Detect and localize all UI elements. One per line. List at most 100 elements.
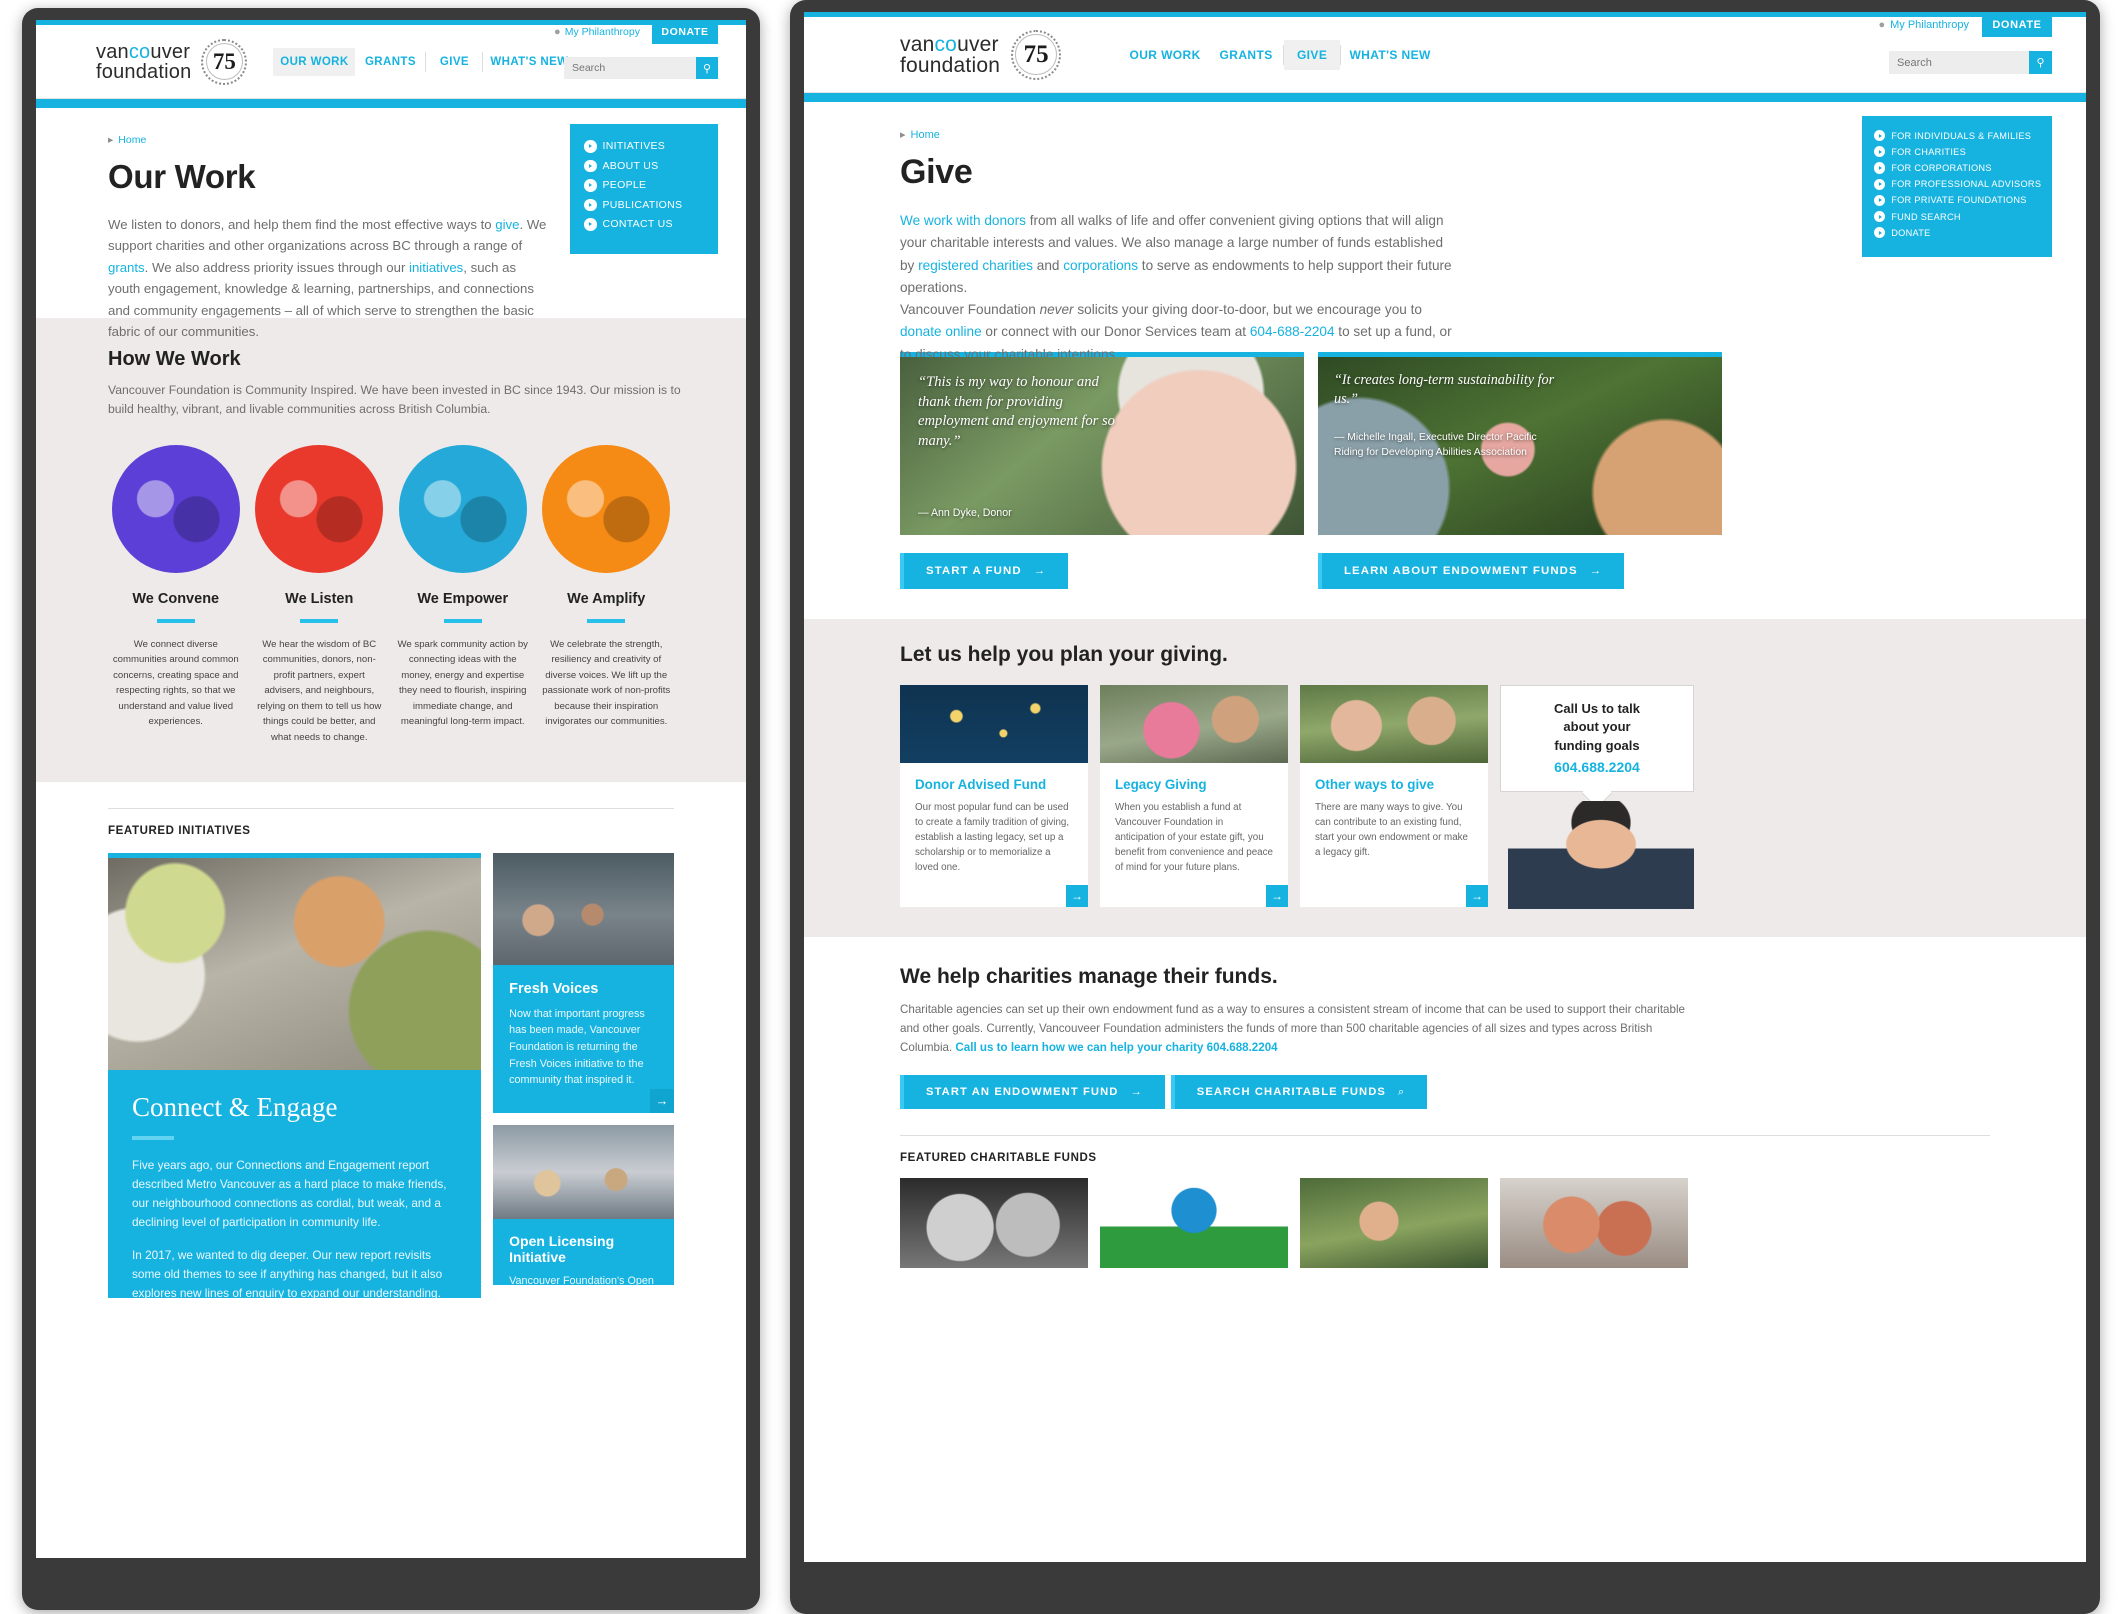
- donate-button[interactable]: DONATE: [1982, 12, 2052, 37]
- section-nav-item-publications[interactable]: PUBLICATIONS: [584, 198, 704, 211]
- plan-card-other-ways-to-give[interactable]: Other ways to give There are many ways t…: [1300, 685, 1488, 907]
- breadcrumb-home[interactable]: Home: [911, 129, 940, 141]
- arrow-icon[interactable]: →: [1466, 885, 1488, 907]
- featured-charitable-funds-eyebrow: FEATURED CHARITABLE FUNDS: [900, 1152, 1097, 1165]
- logo[interactable]: vancouver foundation 75: [96, 38, 248, 85]
- our-work-intro-part-5[interactable]: initiatives: [409, 260, 463, 275]
- learn-about-endowment-funds-button[interactable]: LEARN ABOUT ENDOWMENT FUNDS →: [1318, 553, 1625, 589]
- featured-fund-thumb[interactable]: [1100, 1178, 1288, 1269]
- plan-card-legacy-giving[interactable]: Legacy Giving When you establish a fund …: [1100, 685, 1288, 907]
- section-nav-item-for-corporations[interactable]: FOR CORPORATIONS: [1874, 162, 2040, 174]
- seal-number: 75: [1023, 40, 1049, 68]
- give-intro-part-4[interactable]: corporations: [1063, 258, 1138, 273]
- pillar-we-empower: We Empower We spark community action by c…: [395, 444, 531, 746]
- call-us-phone[interactable]: 604.688.2204: [1513, 759, 1681, 775]
- plan-card-body: Other ways to give There are many ways t…: [1300, 763, 1488, 907]
- initiative-body: Fresh Voices Now that important progress…: [493, 964, 674, 1113]
- logo-text-a: van: [900, 32, 935, 56]
- arrow-right-icon: →: [1589, 565, 1603, 577]
- pillar-title: We Convene: [132, 590, 220, 607]
- search-container-left: ⚲: [564, 57, 718, 79]
- search-input[interactable]: [564, 57, 696, 79]
- section-nav-list: FOR INDIVIDUALS & FAMILIES FOR CHARITIES F…: [1874, 130, 2041, 239]
- hero-accent-band-right: [804, 93, 2086, 102]
- section-nav-item-label: PEOPLE: [602, 179, 647, 192]
- my-philanthropy-link[interactable]: ● My Philanthropy: [554, 20, 652, 44]
- arrow-icon[interactable]: →: [1066, 885, 1088, 907]
- give-intro-2-part-5[interactable]: 604-688-2204: [1250, 324, 1335, 339]
- quote-card-michelle-ingall: “It creates long-term sustainability for…: [1318, 352, 1722, 589]
- section-nav-item-for-individuals-families[interactable]: FOR INDIVIDUALS & FAMILIES: [1874, 130, 2040, 142]
- plan-your-giving-title: Let us help you plan your giving.: [900, 643, 1228, 666]
- section-nav-item-for-private-foundations[interactable]: FOR PRIVATE FOUNDATIONS: [1874, 194, 2040, 206]
- how-we-work-section: How We Work Vancouver Foundation is Comm…: [36, 318, 746, 782]
- nav-grants[interactable]: GRANTS: [1209, 40, 1283, 70]
- our-work-intro-part-3[interactable]: grants: [108, 260, 145, 275]
- section-nav-item-donate[interactable]: DONATE: [1874, 227, 2040, 239]
- featured-fund-thumb[interactable]: [900, 1178, 1088, 1269]
- photo-placeholder: [1100, 1178, 1288, 1269]
- plan-card-photo: [1300, 685, 1488, 763]
- breadcrumb-home[interactable]: Home: [118, 134, 146, 146]
- featured-initiatives-eyebrow: FEATURED INITIATIVES: [108, 824, 251, 837]
- give-intro-2-part-3[interactable]: donate online: [900, 324, 982, 339]
- section-nav-item-initiatives[interactable]: INITIATIVES: [584, 140, 704, 153]
- nav-grants[interactable]: GRANTS: [355, 48, 425, 76]
- initiative-card-fresh-voices[interactable]: Fresh Voices Now that important progress…: [493, 852, 674, 1113]
- start-a-fund-button[interactable]: START A FUND →: [900, 553, 1069, 589]
- section-nav-right: FOR INDIVIDUALS & FAMILIES FOR CHARITIES F…: [1862, 116, 2052, 258]
- quote-text: “It creates long-term sustainability for…: [1334, 372, 1555, 407]
- initiative-body-text: Vancouver Foundation's Open Licensing: [509, 1274, 654, 1285]
- nav-whats-new[interactable]: WHAT'S NEW: [483, 48, 575, 76]
- initiative-side-column: Fresh Voices Now that important progress…: [493, 852, 674, 1298]
- nav-our-work[interactable]: OUR WORK: [1121, 40, 1209, 70]
- plan-card-body: Legacy Giving When you establish a fund …: [1100, 763, 1288, 907]
- logo[interactable]: vancouver foundation 75: [900, 29, 1062, 80]
- section-nav-item-about-us[interactable]: ABOUT US: [584, 159, 704, 172]
- photo-placeholder: [1500, 1178, 1688, 1269]
- logo-text-a: van: [96, 40, 129, 63]
- featured-fund-thumb[interactable]: [1300, 1178, 1488, 1269]
- give-intro-2-part-0: Vancouver Foundation: [900, 302, 1040, 318]
- section-nav-item-label: FOR CORPORATIONS: [1891, 162, 1992, 173]
- search-icon[interactable]: ⚲: [696, 57, 718, 79]
- section-nav-item-fund-search[interactable]: FUND SEARCH: [1874, 210, 2040, 223]
- section-nav-item-for-charities[interactable]: FOR CHARITIES: [1874, 146, 2040, 158]
- featured-funds-row: [900, 1178, 1990, 1269]
- search-charitable-funds-button[interactable]: SEARCH CHARITABLE FUNDS ⌕: [1170, 1075, 1428, 1110]
- start-a-fund-label: START A FUND: [926, 565, 1022, 577]
- plan-card-donor-advised-fund[interactable]: Donor Advised Fund Our most popular fund…: [900, 685, 1088, 907]
- search-input[interactable]: [1889, 51, 2029, 74]
- nav-whats-new[interactable]: WHAT'S NEW: [1341, 40, 1439, 70]
- section-nav-item-for-professional-advisors[interactable]: FOR PROFESSIONAL ADVISORS: [1874, 178, 2041, 190]
- photo-placeholder: [398, 444, 527, 573]
- start-an-endowment-fund-button[interactable]: START AN ENDOWMENT FUND →: [900, 1075, 1165, 1110]
- our-work-intro-part-1[interactable]: give: [495, 217, 519, 232]
- call-us-line-3: funding goals: [1554, 737, 1640, 753]
- photo-placeholder: [1508, 801, 1694, 909]
- initiative-card-open-licensing[interactable]: Open Licensing Initiative Vancouver Foun…: [493, 1124, 674, 1285]
- initiative-body: Open Licensing Initiative Vancouver Foun…: [493, 1218, 674, 1285]
- nav-give[interactable]: GIVE: [426, 48, 482, 76]
- section-nav-item-label: FOR INDIVIDUALS & FAMILIES: [1891, 130, 2032, 141]
- arrow-icon[interactable]: →: [650, 1088, 674, 1113]
- section-nav-item-people[interactable]: PEOPLE: [584, 179, 704, 192]
- pillar-body: We connect diverse communities around co…: [112, 638, 239, 728]
- initiative-card-connect-engage[interactable]: Connect & Engage Five years ago, our Con…: [108, 852, 482, 1300]
- pillar-title: We Listen: [285, 590, 354, 607]
- my-philanthropy-link[interactable]: ● My Philanthropy: [1878, 12, 1982, 37]
- nav-our-work[interactable]: OUR WORK: [273, 47, 356, 76]
- search-icon[interactable]: ⚲: [2029, 51, 2052, 74]
- arrow-icon[interactable]: →: [1266, 885, 1288, 907]
- section-nav-item-label: INITIATIVES: [602, 140, 666, 153]
- our-work-intro-part-4: . We also address priority issues throug…: [144, 259, 410, 275]
- donate-button[interactable]: DONATE: [652, 20, 718, 44]
- nav-give[interactable]: GIVE: [1284, 39, 1341, 70]
- featured-fund-thumb[interactable]: [1500, 1178, 1688, 1269]
- divider: [108, 807, 674, 809]
- give-intro-part-2[interactable]: registered charities: [918, 258, 1033, 273]
- play-bullet-icon: [1874, 130, 1886, 142]
- give-intro-part-0[interactable]: We work with donors: [900, 213, 1026, 228]
- charities-phone-link[interactable]: Call us to learn how we can help your ch…: [955, 1041, 1277, 1054]
- section-nav-item-contact-us[interactable]: CONTACT US: [584, 218, 704, 231]
